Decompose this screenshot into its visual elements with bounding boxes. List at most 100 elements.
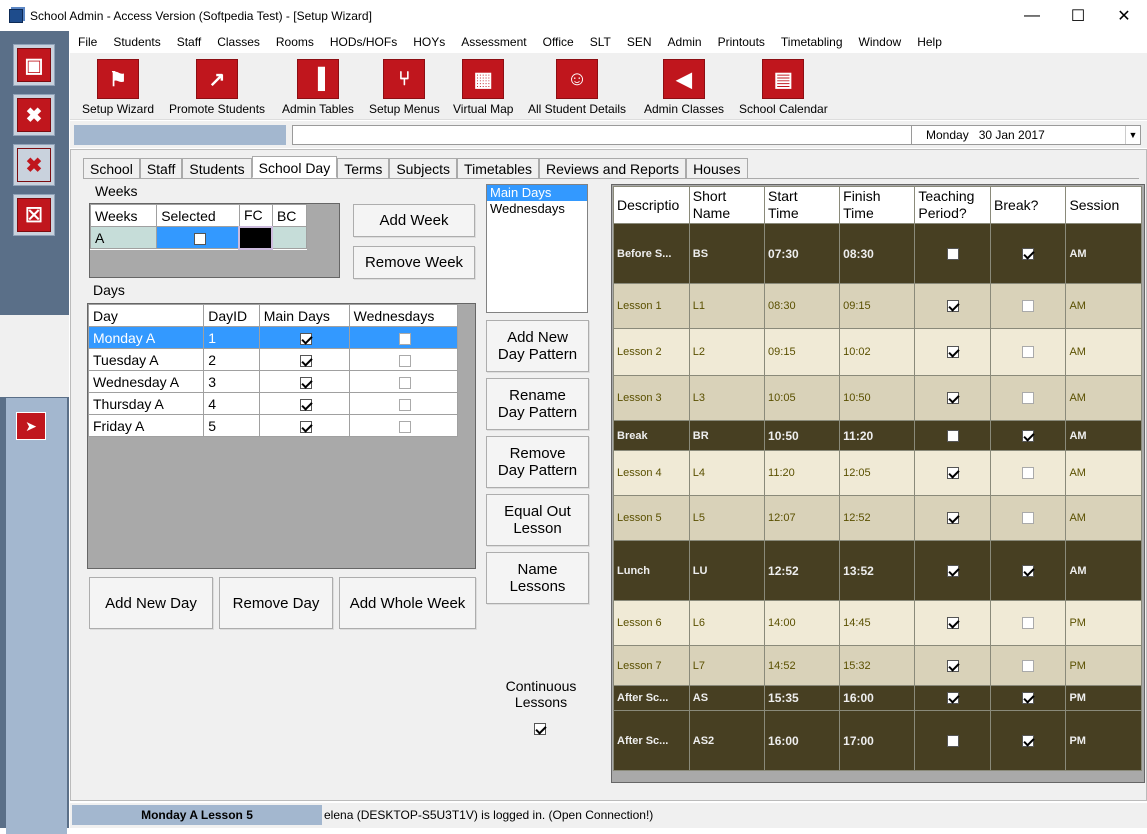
remove-day-pattern-button[interactable]: Remove Day Pattern <box>486 436 589 488</box>
schedule-desc-cell[interactable]: Before S... <box>613 223 690 284</box>
schedule-desc-cell[interactable]: Lesson 4 <box>613 450 690 496</box>
day-main-cell[interactable] <box>258 370 350 393</box>
setup-menus-button[interactable]: ⑂ Setup Menus <box>369 59 440 116</box>
teaching-period-checkbox[interactable] <box>946 467 959 480</box>
day-id-cell[interactable]: 1 <box>203 326 260 349</box>
menu-students[interactable]: Students <box>105 31 168 53</box>
close-all-button[interactable]: ✖ <box>13 144 55 186</box>
schedule-break-cell[interactable] <box>990 420 1067 451</box>
schedule-session-cell[interactable]: AM <box>1065 450 1142 496</box>
schedule-break-cell[interactable] <box>990 495 1067 541</box>
day-name-cell[interactable]: Wednesday A <box>87 370 205 393</box>
tab-houses[interactable]: Houses <box>686 158 748 178</box>
menu-staff[interactable]: Staff <box>169 31 209 53</box>
day-id-cell[interactable]: 4 <box>203 392 260 415</box>
schedule-session-cell[interactable]: AM <box>1065 420 1142 451</box>
schedule-desc-cell[interactable]: After Sc... <box>613 685 690 711</box>
day-row[interactable]: Friday A5 <box>87 414 459 437</box>
schedule-desc-cell[interactable]: Lunch <box>613 540 690 601</box>
teaching-period-checkbox[interactable] <box>946 429 959 442</box>
schedule-break-cell[interactable] <box>990 710 1067 771</box>
main-days-checkbox[interactable] <box>300 354 313 367</box>
admin-classes-button[interactable]: ◀ Admin Classes <box>644 59 724 116</box>
day-row[interactable]: Tuesday A2 <box>87 348 459 371</box>
schedule-session-cell[interactable]: AM <box>1065 223 1142 284</box>
schedule-teaching-cell[interactable] <box>914 420 992 451</box>
schedule-start-cell[interactable]: 16:00 <box>764 710 841 771</box>
week-row[interactable]: A <box>89 225 308 250</box>
menu-classes[interactable]: Classes <box>209 31 268 53</box>
admin-tables-button[interactable]: ▐ Admin Tables <box>282 59 354 116</box>
menu-printouts[interactable]: Printouts <box>710 31 773 53</box>
day-name-cell[interactable]: Tuesday A <box>87 348 205 371</box>
schedule-teaching-cell[interactable] <box>914 710 992 771</box>
day-main-cell[interactable] <box>258 392 350 415</box>
menu-timetabling[interactable]: Timetabling <box>773 31 851 53</box>
schedule-teaching-cell[interactable] <box>914 540 992 601</box>
schedule-row[interactable]: Lunch LU 12:52 13:52 AM <box>613 540 1142 601</box>
week-name-cell[interactable]: A <box>89 226 158 249</box>
schedule-row[interactable]: Before S... BS 07:30 08:30 AM <box>613 223 1142 284</box>
schedule-desc-cell[interactable]: Lesson 6 <box>613 600 690 646</box>
break-checkbox[interactable] <box>1022 300 1035 313</box>
tab-school[interactable]: School <box>83 158 140 178</box>
menu-window[interactable]: Window <box>851 31 910 53</box>
week-selected-cell[interactable] <box>156 226 240 249</box>
schedule-start-cell[interactable]: 10:50 <box>764 420 841 451</box>
teaching-period-checkbox[interactable] <box>946 346 959 359</box>
schedule-start-cell[interactable]: 12:07 <box>764 495 841 541</box>
schedule-break-cell[interactable] <box>990 645 1067 686</box>
menu-rooms[interactable]: Rooms <box>268 31 322 53</box>
break-checkbox[interactable] <box>1022 247 1035 260</box>
promote-students-button[interactable]: ↗ Promote Students <box>169 59 265 116</box>
schedule-short-cell[interactable]: AS2 <box>688 710 766 771</box>
break-checkbox[interactable] <box>1022 734 1035 747</box>
minimize-button[interactable]: — <box>1009 0 1055 31</box>
menu-file[interactable]: File <box>70 31 105 53</box>
virtual-map-button[interactable]: ▦ Virtual Map <box>453 59 513 116</box>
schedule-start-cell[interactable]: 09:15 <box>764 328 841 376</box>
tab-school-day[interactable]: School Day <box>251 156 338 178</box>
add-new-day-pattern-button[interactable]: Add New Day Pattern <box>486 320 589 372</box>
schedule-row[interactable]: Lesson 5 L5 12:07 12:52 AM <box>613 495 1142 541</box>
day-id-cell[interactable]: 2 <box>203 348 260 371</box>
schedule-desc-cell[interactable]: Lesson 1 <box>613 283 690 329</box>
schedule-short-cell[interactable]: AS <box>688 685 766 711</box>
schedule-short-cell[interactable]: L3 <box>688 375 766 421</box>
day-main-cell[interactable] <box>258 326 350 349</box>
close-button[interactable]: ✕ <box>1101 0 1147 31</box>
day-wed-cell[interactable] <box>348 326 459 349</box>
equal-out-lesson-button[interactable]: Equal Out Lesson <box>486 494 589 546</box>
schedule-short-cell[interactable]: BS <box>688 223 766 284</box>
week-fc-cell[interactable] <box>238 225 274 250</box>
schedule-row[interactable]: Lesson 7 L7 14:52 15:32 PM <box>613 645 1142 686</box>
tab-students[interactable]: Students <box>182 158 252 178</box>
schedule-row[interactable]: Lesson 4 L4 11:20 12:05 AM <box>613 450 1142 496</box>
day-id-cell[interactable]: 5 <box>203 414 260 437</box>
menu-hoys[interactable]: HOYs <box>405 31 453 53</box>
menu-slt[interactable]: SLT <box>582 31 619 53</box>
schedule-short-cell[interactable]: L2 <box>688 328 766 376</box>
schedule-teaching-cell[interactable] <box>914 600 992 646</box>
schedule-row[interactable]: Lesson 1 L1 08:30 09:15 AM <box>613 283 1142 329</box>
teaching-period-checkbox[interactable] <box>946 512 959 525</box>
schedule-session-cell[interactable]: PM <box>1065 600 1142 646</box>
add-new-day-button[interactable]: Add New Day <box>89 577 213 629</box>
break-checkbox[interactable] <box>1022 692 1035 705</box>
break-checkbox[interactable] <box>1022 392 1035 405</box>
pattern-item-wednesdays[interactable]: Wednesdays <box>487 201 587 217</box>
search-field[interactable] <box>292 125 975 145</box>
schedule-short-cell[interactable]: L4 <box>688 450 766 496</box>
all-student-details-button[interactable]: ☺ All Student Details <box>528 59 626 116</box>
teaching-period-checkbox[interactable] <box>946 734 959 747</box>
schedule-desc-cell[interactable]: Break <box>613 420 690 451</box>
schedule-break-cell[interactable] <box>990 375 1067 421</box>
schedule-break-cell[interactable] <box>990 328 1067 376</box>
tab-terms[interactable]: Terms <box>337 158 390 178</box>
add-week-button[interactable]: Add Week <box>353 204 475 237</box>
schedule-teaching-cell[interactable] <box>914 685 992 711</box>
day-id-cell[interactable]: 3 <box>203 370 260 393</box>
schedule-finish-cell[interactable]: 10:50 <box>839 375 916 421</box>
schedule-short-cell[interactable]: L5 <box>688 495 766 541</box>
wednesdays-checkbox[interactable] <box>399 420 412 433</box>
